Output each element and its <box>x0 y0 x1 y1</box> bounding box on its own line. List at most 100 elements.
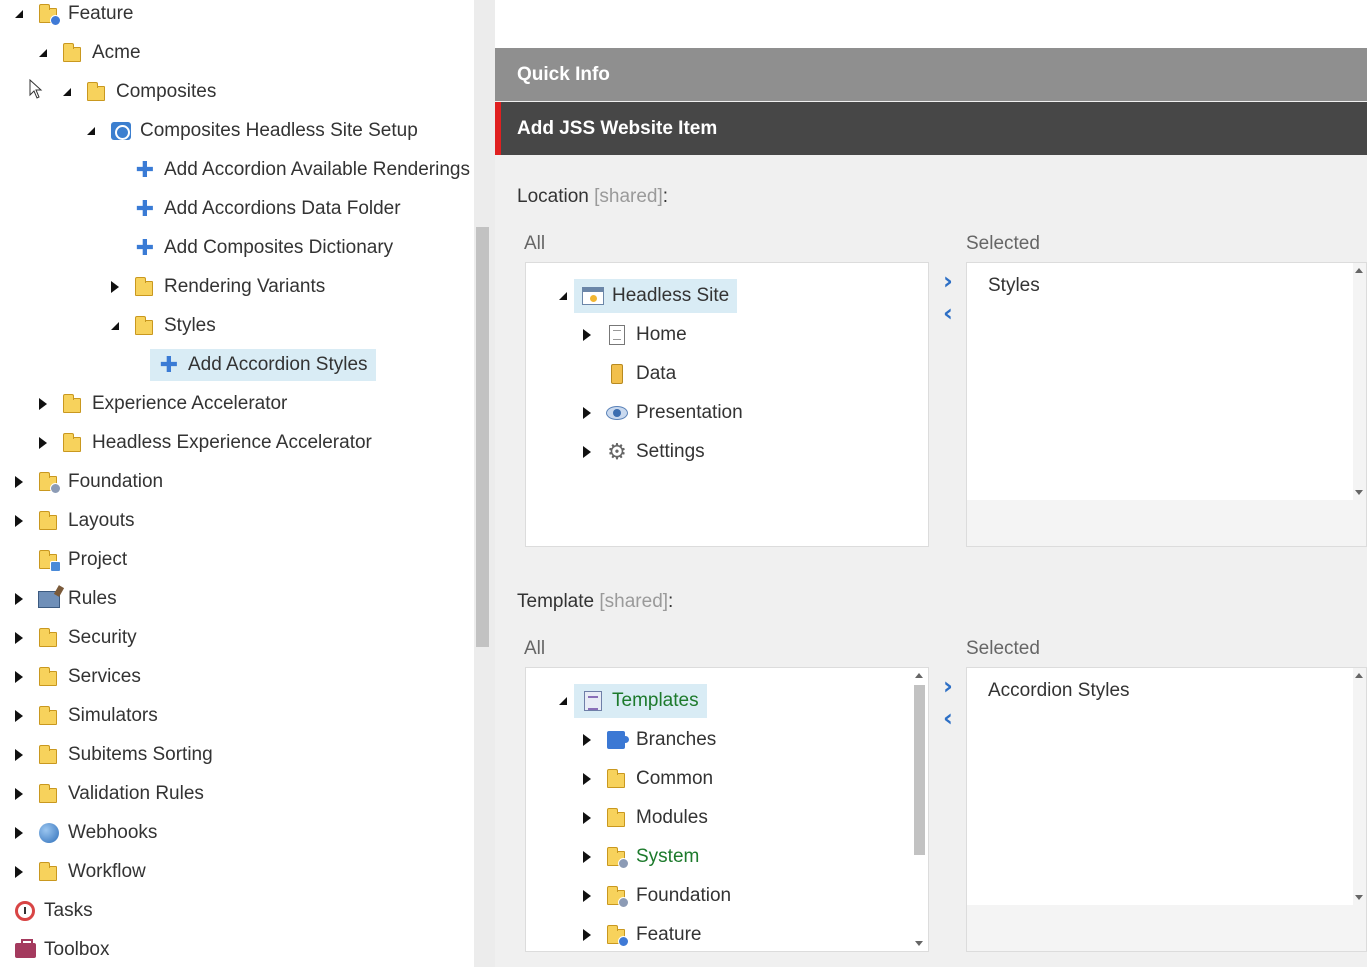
tree-item-settings[interactable]: ⚙ Settings <box>605 435 705 469</box>
shared-marker: [shared] <box>599 591 669 612</box>
scroll-up-icon[interactable] <box>1355 268 1363 273</box>
tree-item-add-composites-dictionary[interactable]: ✚ Add Composites Dictionary <box>133 232 393 264</box>
tree-item-add-accordions-data-folder[interactable]: ✚ Add Accordions Data Folder <box>133 193 401 225</box>
template-tree-scrollbar[interactable] <box>912 668 926 951</box>
scroll-down-icon[interactable] <box>1355 490 1363 495</box>
tree-item-templates[interactable]: Templates <box>574 684 707 718</box>
location-selected-list[interactable]: Styles <box>966 262 1367 547</box>
folder-icon <box>133 275 157 299</box>
tree-item-tasks[interactable]: Tasks <box>13 895 93 927</box>
tree-item-add-accordion-styles[interactable]: ✚ Add Accordion Styles <box>150 349 376 381</box>
tree-item-styles[interactable]: Styles <box>133 310 216 342</box>
expand-arrow-icon[interactable] <box>13 826 25 840</box>
scroll-up-icon[interactable] <box>915 673 923 678</box>
expand-arrow-icon[interactable] <box>581 772 593 786</box>
selected-item-styles[interactable]: Styles <box>988 275 1040 297</box>
collapse-arrow-icon[interactable] <box>557 289 569 303</box>
tree-item-layouts[interactable]: Layouts <box>37 505 135 537</box>
expand-arrow-icon[interactable] <box>581 328 593 342</box>
template-selected-list[interactable]: Accordion Styles <box>966 667 1367 952</box>
expand-arrow-icon[interactable] <box>13 670 25 684</box>
tree-item-acme[interactable]: Acme <box>61 37 141 69</box>
tree-item-branches[interactable]: Branches <box>605 723 716 757</box>
tree-item-headless-experience-accelerator[interactable]: Headless Experience Accelerator <box>61 427 372 459</box>
tree-item-rules[interactable]: Rules <box>37 583 117 615</box>
tree-item-webhooks[interactable]: Webhooks <box>37 817 157 849</box>
expand-arrow-icon[interactable] <box>13 787 25 801</box>
expand-arrow-icon[interactable] <box>37 397 49 411</box>
tree-item-label: Foundation <box>636 885 732 906</box>
expand-arrow-icon[interactable] <box>13 475 25 489</box>
scrollbar-thumb[interactable] <box>476 227 489 647</box>
tree-item-presentation[interactable]: Presentation <box>605 396 743 430</box>
selected-list-scrollbar[interactable] <box>1352 263 1366 500</box>
tree-item-label: Layouts <box>68 510 135 531</box>
expand-arrow-icon[interactable] <box>581 733 593 747</box>
expand-arrow-icon[interactable] <box>37 436 49 450</box>
selected-list-scrollbar[interactable] <box>1352 668 1366 905</box>
selected-item-accordion-styles[interactable]: Accordion Styles <box>988 680 1130 702</box>
expand-arrow-icon[interactable] <box>581 406 593 420</box>
tree-item-label: Headless Experience Accelerator <box>92 432 372 453</box>
move-right-button[interactable]: › <box>938 672 958 700</box>
section-header[interactable]: Add JSS Website Item <box>495 102 1367 155</box>
expand-arrow-icon[interactable] <box>581 928 593 942</box>
expand-arrow-icon[interactable] <box>109 280 121 294</box>
expand-arrow-icon[interactable] <box>581 850 593 864</box>
tree-item-label: Simulators <box>68 705 158 726</box>
tree-item-workflow[interactable]: Workflow <box>37 856 146 888</box>
tree-item-services[interactable]: Services <box>37 661 141 693</box>
collapse-arrow-icon[interactable] <box>557 694 569 708</box>
template-all-tree[interactable]: Templates Branches Common Modules System… <box>525 667 929 952</box>
tree-item-foundation-template[interactable]: Foundation <box>605 879 731 913</box>
tree-item-security[interactable]: Security <box>37 622 137 654</box>
tree-item-composites[interactable]: Composites <box>85 76 216 108</box>
tree-item-feature-template[interactable]: Feature <box>605 918 701 951</box>
tree-item-validation-rules[interactable]: Validation Rules <box>37 778 204 810</box>
tree-item-data[interactable]: Data <box>605 357 676 391</box>
expand-arrow-icon[interactable] <box>13 748 25 762</box>
scroll-down-icon[interactable] <box>1355 895 1363 900</box>
move-left-button[interactable]: ‹ <box>938 704 958 732</box>
tree-item-subitems-sorting[interactable]: Subitems Sorting <box>37 739 213 771</box>
tree-item-modules[interactable]: Modules <box>605 801 708 835</box>
tree-item-system[interactable]: System <box>605 840 699 874</box>
collapse-arrow-icon[interactable] <box>61 85 73 99</box>
tree-item-project[interactable]: Project <box>37 544 127 576</box>
tree-item-toolbox[interactable]: Toolbox <box>13 934 110 966</box>
collapse-arrow-icon[interactable] <box>109 319 121 333</box>
expand-arrow-icon[interactable] <box>581 445 593 459</box>
tree-item-rendering-variants[interactable]: Rendering Variants <box>133 271 325 303</box>
expand-arrow-icon[interactable] <box>13 709 25 723</box>
tree-item-composites-headless-site-setup[interactable]: Composites Headless Site Setup <box>109 115 418 147</box>
expand-arrow-icon[interactable] <box>581 811 593 825</box>
tree-item-simulators[interactable]: Simulators <box>37 700 158 732</box>
field-colon: : <box>662 186 669 207</box>
collapse-arrow-icon[interactable] <box>85 124 97 138</box>
mouse-cursor-icon <box>29 79 43 99</box>
collapse-arrow-icon[interactable] <box>13 7 25 21</box>
expand-arrow-icon[interactable] <box>581 889 593 903</box>
tree-item-feature[interactable]: Feature <box>37 0 133 30</box>
tree-item-home[interactable]: Home <box>605 318 687 352</box>
tree-item-label: Data <box>636 363 677 384</box>
move-left-button[interactable]: ‹ <box>938 299 958 327</box>
expand-arrow-icon[interactable] <box>13 592 25 606</box>
tree-item-headless-site[interactable]: Headless Site <box>574 279 738 313</box>
scroll-down-icon[interactable] <box>915 941 923 946</box>
scroll-up-icon[interactable] <box>1355 673 1363 678</box>
tree-item-experience-accelerator[interactable]: Experience Accelerator <box>61 388 287 420</box>
scrollbar-thumb[interactable] <box>914 685 925 855</box>
quick-info-header[interactable]: Quick Info <box>495 48 1367 101</box>
templates-icon <box>581 689 605 713</box>
tree-item-common[interactable]: Common <box>605 762 713 796</box>
location-all-tree[interactable]: Headless Site Home Data Presentation ⚙ S… <box>525 262 929 547</box>
tree-item-foundation[interactable]: Foundation <box>37 466 163 498</box>
expand-arrow-icon[interactable] <box>13 865 25 879</box>
move-right-button[interactable]: › <box>938 267 958 295</box>
collapse-arrow-icon[interactable] <box>37 46 49 60</box>
expand-arrow-icon[interactable] <box>13 631 25 645</box>
tree-item-add-accordion-available-renderings[interactable]: ✚ Add Accordion Available Renderings <box>133 154 470 186</box>
tree-scrollbar[interactable] <box>474 0 495 967</box>
expand-arrow-icon[interactable] <box>13 514 25 528</box>
